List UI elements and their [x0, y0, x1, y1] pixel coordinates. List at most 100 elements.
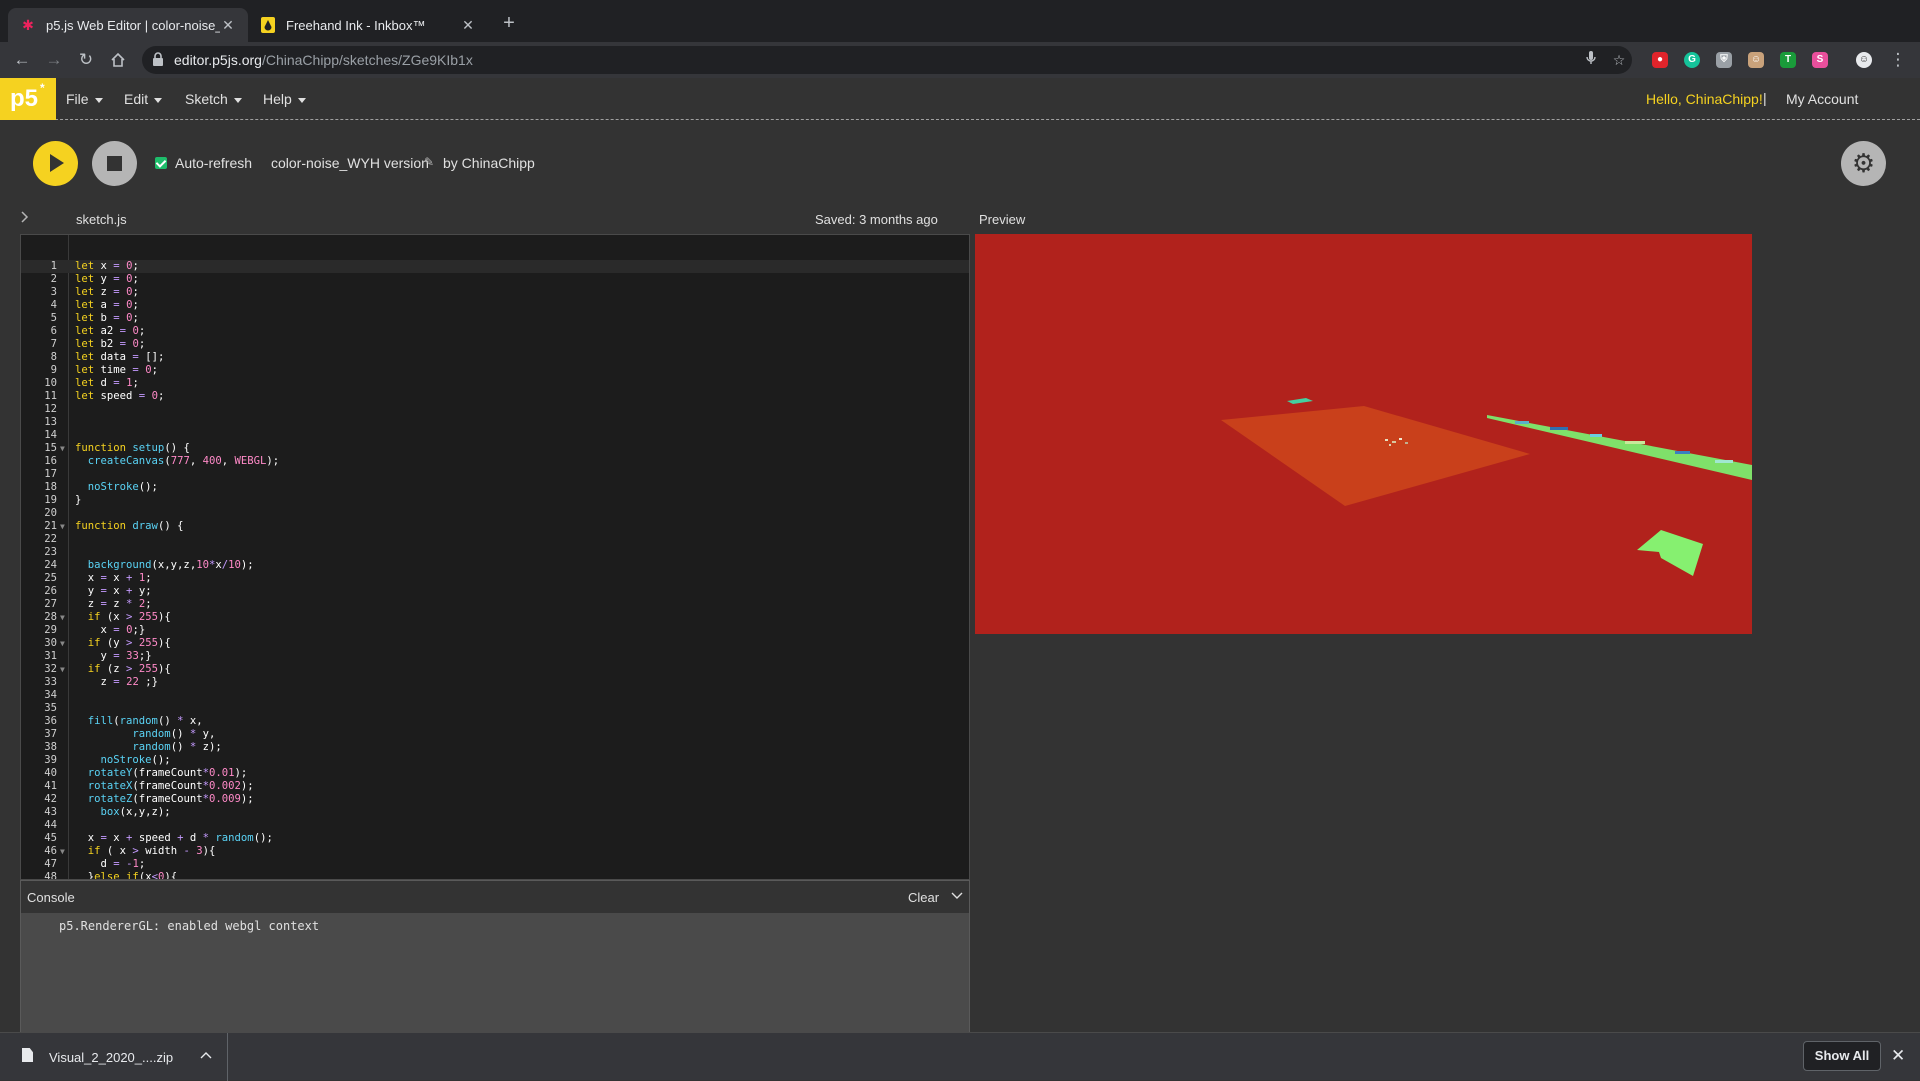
- line-number: 4: [50, 299, 57, 311]
- code-line[interactable]: 9 let time = 0;: [21, 364, 969, 377]
- fold-arrow-icon[interactable]: ▼: [60, 520, 68, 533]
- stop-button[interactable]: [92, 141, 137, 186]
- code-line[interactable]: 23: [21, 546, 969, 559]
- gear-icon[interactable]: ⚙: [1841, 141, 1886, 186]
- line-text: x = x + speed + d * random();: [75, 832, 273, 844]
- code-line[interactable]: 39 noStroke();: [21, 754, 969, 767]
- sketch-name[interactable]: color-noise_WYH version: [271, 155, 429, 171]
- browser-menu-icon[interactable]: ⋮: [1886, 48, 1910, 72]
- grammarly-icon[interactable]: G: [1684, 52, 1700, 68]
- code-line[interactable]: 37 random() * y,: [21, 728, 969, 741]
- code-line[interactable]: 13: [21, 416, 969, 429]
- pencil-icon[interactable]: ✎: [424, 155, 434, 169]
- file-name[interactable]: sketch.js: [76, 212, 127, 227]
- p5-logo[interactable]: p5 *: [0, 78, 56, 120]
- code-line[interactable]: 33 z = 22 ;}: [21, 676, 969, 689]
- code-line[interactable]: 45 x = x + speed + d * random();: [21, 832, 969, 845]
- code-line[interactable]: 36 fill(random() * x,: [21, 715, 969, 728]
- code-line[interactable]: 21 ▼ function draw() {: [21, 520, 969, 533]
- code-line[interactable]: 28 ▼ if (x > 255){: [21, 611, 969, 624]
- code-line[interactable]: 41 rotateX(frameCount*0.002);: [21, 780, 969, 793]
- extension-t-icon[interactable]: T: [1780, 52, 1796, 68]
- extension-face-icon[interactable]: ☺: [1748, 52, 1764, 68]
- menu-file[interactable]: File: [66, 91, 103, 107]
- code-line[interactable]: 3 let z = 0;: [21, 286, 969, 299]
- code-line[interactable]: 47 d = -1;: [21, 858, 969, 871]
- code-line[interactable]: 4 let a = 0;: [21, 299, 969, 312]
- play-button[interactable]: [33, 141, 78, 186]
- show-all-button[interactable]: Show All: [1803, 1041, 1881, 1071]
- code-line[interactable]: 25 x = x + 1;: [21, 572, 969, 585]
- code-line[interactable]: 12: [21, 403, 969, 416]
- chevron-up-icon[interactable]: [200, 1048, 212, 1062]
- code-line[interactable]: 34: [21, 689, 969, 702]
- profile-avatar[interactable]: ☺: [1856, 52, 1872, 68]
- bookmark-star-icon[interactable]: ☆: [1610, 51, 1628, 69]
- chevron-down-icon[interactable]: [951, 888, 963, 903]
- code-line[interactable]: 43 box(x,y,z);: [21, 806, 969, 819]
- code-line[interactable]: 24 background(x,y,z,10*x/10);: [21, 559, 969, 572]
- code-line[interactable]: 10 let d = 1;: [21, 377, 969, 390]
- console-clear-button[interactable]: Clear: [908, 890, 939, 905]
- my-account-menu[interactable]: My Account: [1786, 91, 1868, 107]
- code-line[interactable]: 32 ▼ if (z > 255){: [21, 663, 969, 676]
- code-line[interactable]: 1 let x = 0;: [21, 260, 969, 273]
- code-line[interactable]: 48 }else if(x<0){: [21, 871, 969, 879]
- fold-arrow-icon[interactable]: ▼: [60, 845, 68, 858]
- extension-s-icon[interactable]: S: [1812, 52, 1828, 68]
- code-line[interactable]: 2 let y = 0;: [21, 273, 969, 286]
- shield-icon[interactable]: ⛨: [1716, 52, 1732, 68]
- code-line[interactable]: 26 y = x + y;: [21, 585, 969, 598]
- close-icon[interactable]: ✕: [1891, 1046, 1905, 1066]
- menu-help[interactable]: Help: [263, 91, 306, 107]
- code-line[interactable]: 31 y = 33;}: [21, 650, 969, 663]
- code-line[interactable]: 19}: [21, 494, 969, 507]
- code-lines[interactable]: 1 let x = 0; 2 let y = 0; 3 let z = 0; 4 let a …: [21, 260, 969, 879]
- code-line[interactable]: 5 let b = 0;: [21, 312, 969, 325]
- line-text: rotateY(frameCount*0.01);: [87, 767, 248, 779]
- reload-icon[interactable]: ↻: [74, 48, 98, 72]
- preview-canvas[interactable]: [975, 234, 1752, 634]
- forward-arrow-icon[interactable]: →: [42, 48, 66, 72]
- code-line[interactable]: 35: [21, 702, 969, 715]
- download-item[interactable]: Visual_2_2020_....zip: [0, 1033, 228, 1081]
- close-tab-icon[interactable]: ✕: [460, 17, 476, 34]
- menu-edit[interactable]: Edit: [124, 91, 163, 107]
- sidebar-toggle-chevron-icon[interactable]: [20, 210, 30, 227]
- code-line[interactable]: 8 let data = [];: [21, 351, 969, 364]
- code-line[interactable]: 17: [21, 468, 969, 481]
- new-tab-button[interactable]: +: [498, 13, 520, 35]
- microphone-icon[interactable]: [1582, 51, 1600, 69]
- close-tab-icon[interactable]: ✕: [220, 17, 236, 34]
- code-line[interactable]: 46 ▼ if ( x > width - 3){: [21, 845, 969, 858]
- auto-refresh-checkbox[interactable]: [155, 157, 167, 169]
- code-line[interactable]: 16 createCanvas(777, 400, WEBGL);: [21, 455, 969, 468]
- code-line[interactable]: 18 noStroke();: [21, 481, 969, 494]
- code-line[interactable]: 29 x = 0;}: [21, 624, 969, 637]
- code-editor[interactable]: 1 let x = 0; 2 let y = 0; 3 let z = 0; 4 let a …: [20, 234, 970, 880]
- fold-arrow-icon[interactable]: ▼: [60, 611, 68, 624]
- code-line[interactable]: 14: [21, 429, 969, 442]
- code-line[interactable]: 6 let a2 = 0;: [21, 325, 969, 338]
- code-line[interactable]: 44: [21, 819, 969, 832]
- code-line[interactable]: 20: [21, 507, 969, 520]
- code-line[interactable]: 40 rotateY(frameCount*0.01);: [21, 767, 969, 780]
- fold-arrow-icon[interactable]: ▼: [60, 442, 68, 455]
- code-line[interactable]: 27 z = z * 2;: [21, 598, 969, 611]
- code-line[interactable]: 42 rotateZ(frameCount*0.009);: [21, 793, 969, 806]
- address-bar[interactable]: editor.p5js.org/ChinaChipp/sketches/ZGe9…: [142, 46, 1632, 74]
- code-line[interactable]: 7 let b2 = 0;: [21, 338, 969, 351]
- code-line[interactable]: 22: [21, 533, 969, 546]
- code-line[interactable]: 38 random() * z);: [21, 741, 969, 754]
- browser-tab-inkbox[interactable]: Freehand Ink - Inkbox™ ✕: [248, 8, 488, 42]
- extension-icon[interactable]: ●: [1652, 52, 1668, 68]
- fold-arrow-icon[interactable]: ▼: [60, 637, 68, 650]
- code-line[interactable]: 15 ▼ function setup() {: [21, 442, 969, 455]
- fold-arrow-icon[interactable]: ▼: [60, 663, 68, 676]
- code-line[interactable]: 30 ▼ if (y > 255){: [21, 637, 969, 650]
- browser-tab-p5[interactable]: ✱ p5.js Web Editor | color-noise_ ✕: [8, 8, 248, 42]
- code-line[interactable]: 11 let speed = 0;: [21, 390, 969, 403]
- back-arrow-icon[interactable]: ←: [10, 48, 34, 72]
- menu-sketch[interactable]: Sketch: [185, 91, 242, 107]
- home-icon[interactable]: [106, 48, 130, 72]
